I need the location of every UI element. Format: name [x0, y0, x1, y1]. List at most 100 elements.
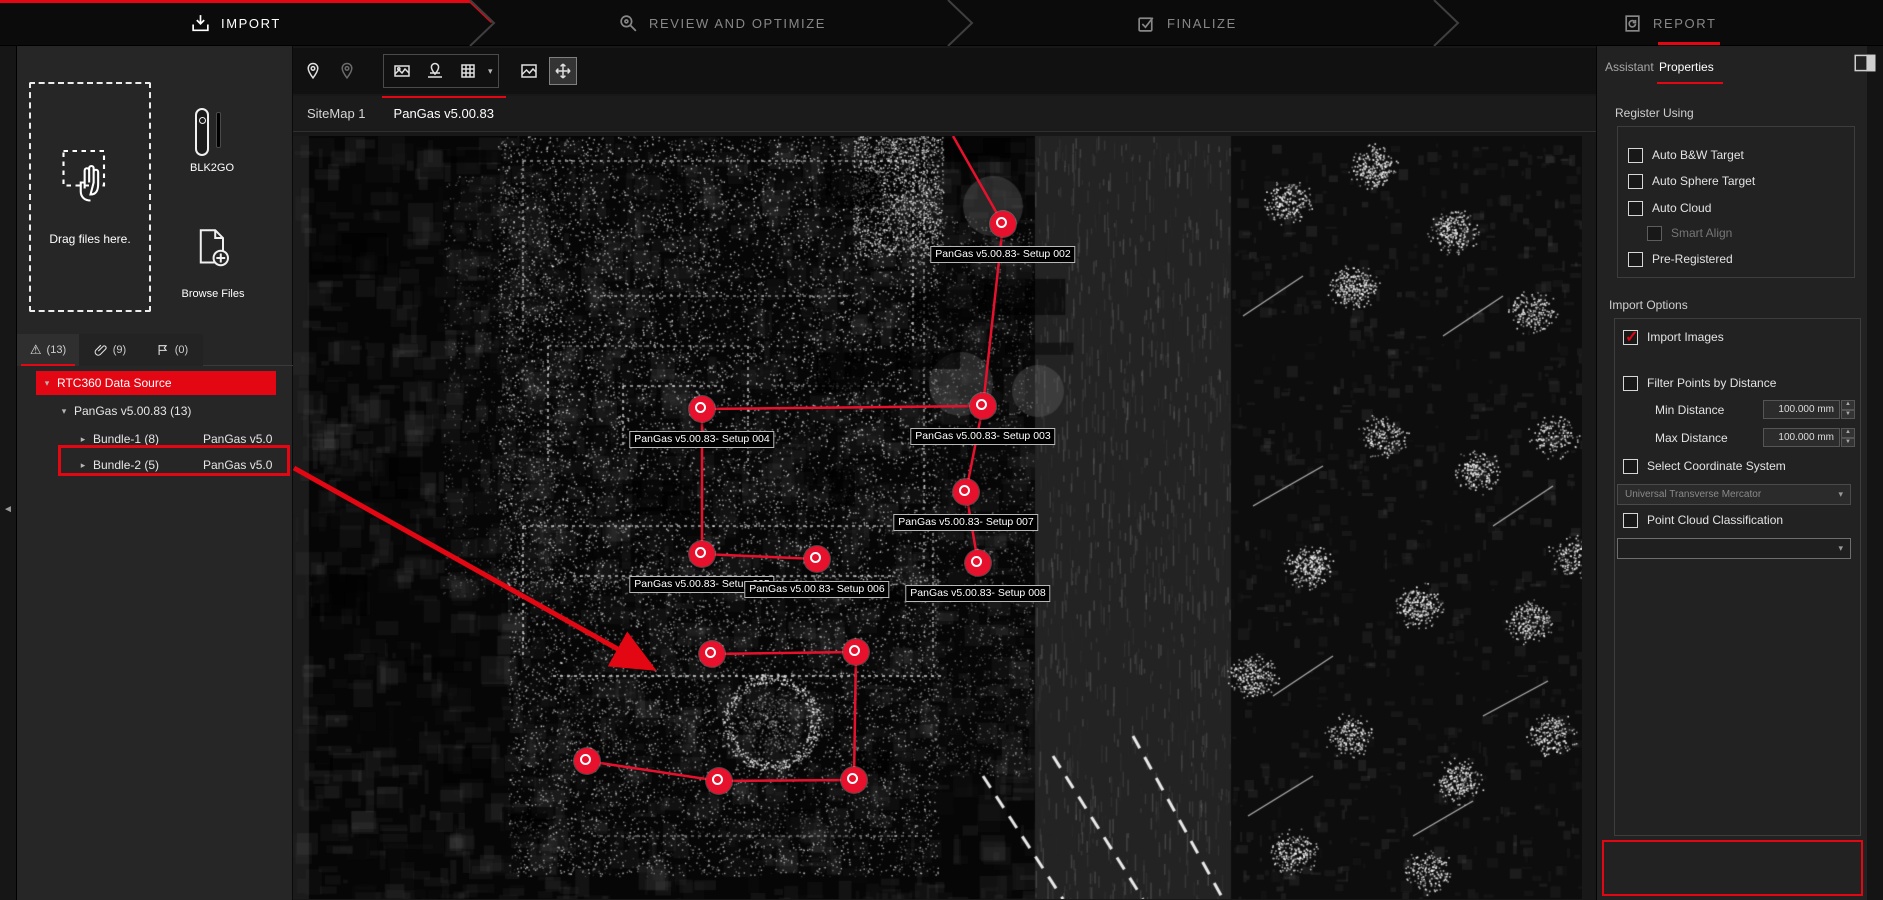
- browse-files-button[interactable]: [193, 226, 233, 270]
- tab-count: (9): [113, 344, 126, 356]
- option-auto-cloud[interactable]: Auto Cloud: [1628, 198, 1711, 218]
- checkbox[interactable]: [1628, 252, 1643, 267]
- expander-icon[interactable]: ▾: [41, 378, 53, 389]
- setup-marker[interactable]: [965, 550, 991, 576]
- option-auto-sphere-target[interactable]: Auto Sphere Target: [1628, 171, 1755, 191]
- collapse-panel-icon[interactable]: ◄: [3, 504, 13, 515]
- setup-marker[interactable]: [574, 748, 600, 774]
- marker-ring: [580, 754, 591, 765]
- tree-item-suffix: PanGas v5.0: [203, 432, 272, 446]
- setup-label: PanGas v5.00.83- Setup 002: [930, 246, 1075, 263]
- fit-view-icon[interactable]: [549, 57, 577, 85]
- setup-marker[interactable]: [689, 396, 715, 422]
- setup-marker[interactable]: [804, 546, 830, 572]
- tab-warnings[interactable]: ⚠ (13): [17, 334, 79, 366]
- option-pre-registered[interactable]: Pre-Registered: [1628, 249, 1733, 269]
- tree-item-suffix: PanGas v5.0: [203, 458, 272, 472]
- register-using-title: Register Using: [1615, 106, 1694, 120]
- marker-ring: [695, 547, 706, 558]
- tab-attachments[interactable]: (9): [79, 334, 141, 366]
- step-label: REPORT: [1653, 16, 1717, 31]
- setup-marker[interactable]: [689, 541, 715, 567]
- option-smart-align[interactable]: Smart Align: [1647, 223, 1732, 243]
- checkbox[interactable]: [1623, 376, 1638, 391]
- step-up-icon[interactable]: ▲: [1841, 400, 1855, 410]
- coordinate-system-dropdown[interactable]: Universal Transverse Mercator ▾: [1617, 484, 1851, 505]
- step-up-icon[interactable]: ▲: [1841, 428, 1855, 438]
- max-distance-row: Max Distance 100.000 mm ▲▼: [1655, 428, 1855, 447]
- option-point-cloud-classification[interactable]: Point Cloud Classification: [1623, 510, 1783, 530]
- step-review-and-optimize[interactable]: REVIEW AND OPTIMIZE: [618, 0, 826, 46]
- option-filter-points[interactable]: Filter Points by Distance: [1623, 373, 1776, 393]
- view-mode-group: ▾: [383, 54, 499, 88]
- option-coordinate-system[interactable]: Select Coordinate System: [1623, 456, 1786, 476]
- option-label: Import Images: [1647, 330, 1724, 344]
- checkbox[interactable]: [1647, 226, 1662, 241]
- checkbox[interactable]: [1623, 459, 1638, 474]
- chevron-down-icon: ▾: [1838, 489, 1843, 500]
- tab-sitemap-1[interactable]: SiteMap 1: [293, 96, 380, 132]
- tab-flags[interactable]: (0): [141, 334, 203, 366]
- option-auto-bw-target[interactable]: Auto B&W Target: [1628, 145, 1744, 165]
- grid-view-icon[interactable]: [455, 58, 481, 84]
- flag-icon: [156, 343, 170, 357]
- marker-ring: [695, 402, 706, 413]
- checkbox[interactable]: [1628, 201, 1643, 216]
- image-view-icon[interactable]: [515, 57, 543, 85]
- tree-item-rtc360-data-source[interactable]: ▾ RTC360 Data Source: [17, 370, 293, 396]
- setup-label: PanGas v5.00.83- Setup 007: [893, 514, 1038, 531]
- map-view-icon[interactable]: [422, 58, 448, 84]
- tab-count: (0): [175, 344, 188, 356]
- blk2go-device-icon[interactable]: [195, 108, 221, 156]
- add-setup-disabled-icon[interactable]: [333, 57, 361, 85]
- expander-icon[interactable]: ▾: [58, 406, 70, 417]
- add-setup-icon[interactable]: [299, 57, 327, 85]
- setup-marker[interactable]: [953, 479, 979, 505]
- step-label: FINALIZE: [1167, 16, 1237, 31]
- setup-marker[interactable]: [699, 641, 725, 667]
- marker-ring: [976, 399, 987, 410]
- view-dropdown-chevron-icon[interactable]: ▾: [488, 66, 493, 77]
- expander-icon[interactable]: ▸: [77, 434, 89, 445]
- marker-ring: [847, 773, 858, 784]
- workspace: ▾ SiteMap 1 PanGas v5.00.83 PanGas v5.00…: [293, 46, 1596, 900]
- panel-layout-toggle[interactable]: [1852, 50, 1878, 76]
- setup-marker[interactable]: [843, 639, 869, 665]
- checkbox[interactable]: [1623, 330, 1638, 345]
- checkbox[interactable]: [1628, 148, 1643, 163]
- map-toolbar: ▾: [293, 48, 1596, 94]
- step-label: REVIEW AND OPTIMIZE: [649, 16, 826, 31]
- step-finalize[interactable]: FINALIZE: [1136, 0, 1237, 46]
- min-distance-input[interactable]: 100.000 mm: [1763, 400, 1840, 419]
- setup-label: PanGas v5.00.83- Setup 008: [905, 585, 1050, 602]
- pano-view-icon[interactable]: [389, 58, 415, 84]
- checkbox[interactable]: [1623, 513, 1638, 528]
- properties-panel: Assistant Properties Register Using Auto…: [1596, 46, 1867, 900]
- classification-dropdown[interactable]: ▾: [1617, 538, 1851, 559]
- min-distance-stepper[interactable]: ▲▼: [1841, 400, 1855, 419]
- step-import[interactable]: IMPORT: [190, 0, 281, 46]
- setup-marker[interactable]: [706, 768, 732, 794]
- drag-drop-zone[interactable]: Drag files here.: [29, 82, 151, 312]
- tree-item-bundle-1[interactable]: ▸ Bundle-1 (8) PanGas v5.0: [17, 426, 293, 452]
- max-distance-input[interactable]: 100.000 mm: [1763, 428, 1840, 447]
- doc-tab-label: PanGas v5.00.83: [394, 106, 494, 121]
- checkbox[interactable]: [1628, 174, 1643, 189]
- tab-assistant[interactable]: Assistant: [1605, 60, 1654, 74]
- tab-properties[interactable]: Properties: [1659, 60, 1714, 74]
- step-down-icon[interactable]: ▼: [1841, 410, 1855, 420]
- step-down-icon[interactable]: ▼: [1841, 438, 1855, 448]
- setup-marker[interactable]: [990, 211, 1016, 237]
- setup-marker[interactable]: [970, 393, 996, 419]
- expander-icon[interactable]: ▸: [77, 460, 89, 471]
- option-label: Auto B&W Target: [1652, 148, 1744, 162]
- device-label: BLK2GO: [167, 162, 257, 174]
- tab-pangas[interactable]: PanGas v5.00.83: [380, 96, 508, 132]
- tree-item-label: PanGas v5.00.83 (13): [74, 404, 191, 418]
- tree-item-pangas[interactable]: ▾ PanGas v5.00.83 (13): [17, 398, 293, 424]
- max-distance-stepper[interactable]: ▲▼: [1841, 428, 1855, 447]
- setup-marker[interactable]: [841, 767, 867, 793]
- step-report[interactable]: REPORT: [1622, 0, 1717, 46]
- option-import-images[interactable]: Import Images: [1623, 327, 1724, 347]
- tree-item-bundle-2[interactable]: ▸ Bundle-2 (5) PanGas v5.0: [17, 452, 293, 478]
